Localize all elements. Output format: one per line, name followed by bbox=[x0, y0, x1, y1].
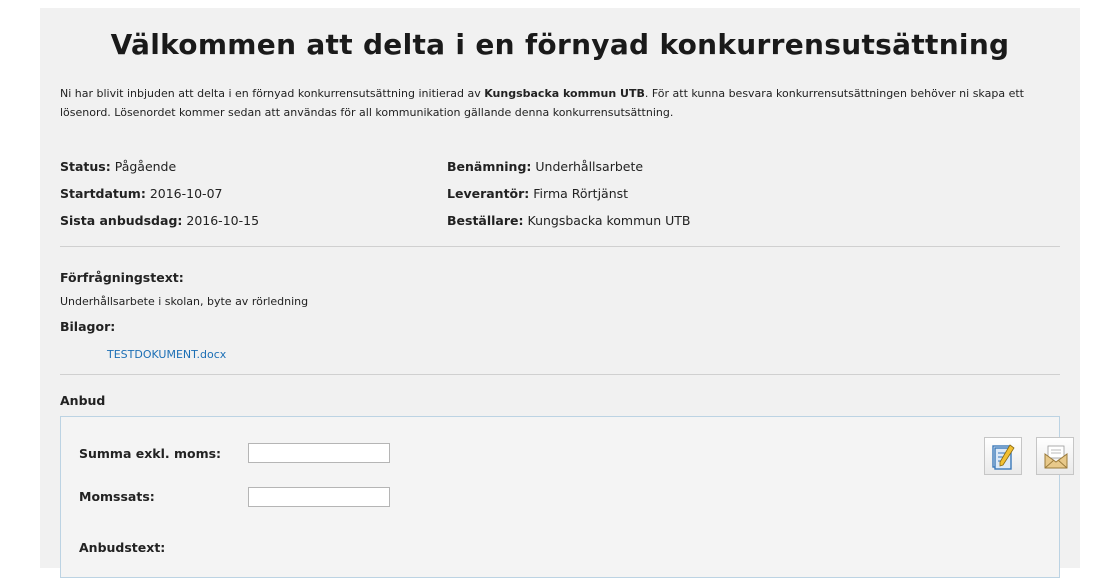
vat-input[interactable] bbox=[248, 487, 390, 507]
intro-part1: Ni har blivit inbjuden att delta i en fö… bbox=[60, 87, 485, 100]
bid-heading: Anbud bbox=[60, 393, 106, 408]
start-date-field: Startdatum: 2016-10-07 bbox=[60, 186, 222, 201]
orderer-value: Kungsbacka kommun UTB bbox=[527, 213, 691, 228]
intro-text: Ni har blivit inbjuden att delta i en fö… bbox=[60, 84, 1050, 122]
start-date-value: 2016-10-07 bbox=[149, 186, 223, 201]
status-field: Status: Pågående bbox=[60, 159, 176, 174]
sum-label: Summa exkl. moms: bbox=[79, 446, 222, 461]
edit-document-icon bbox=[992, 444, 1015, 470]
bid-form-box: Summa exkl. moms: Momssats: Anbudstext: bbox=[60, 416, 1074, 578]
page-title: Välkommen att delta i en förnyad konkurr… bbox=[110, 28, 1010, 61]
send-mail-button[interactable] bbox=[1036, 437, 1074, 475]
send-mail-icon bbox=[1044, 445, 1068, 469]
name-label: Benämning: bbox=[447, 159, 532, 174]
request-label: Förfrågningstext: bbox=[60, 270, 184, 285]
intro-organization: Kungsbacka kommun UTB bbox=[484, 87, 645, 100]
name-value: Underhållsarbete bbox=[535, 159, 644, 174]
name-field: Benämning: Underhållsarbete bbox=[447, 159, 643, 174]
orderer-label: Beställare: bbox=[447, 213, 524, 228]
attachments-label: Bilagor: bbox=[60, 319, 116, 334]
deadline-field: Sista anbudsdag: 2016-10-15 bbox=[60, 213, 259, 228]
sum-input[interactable] bbox=[248, 443, 390, 463]
divider bbox=[60, 246, 1060, 247]
supplier-value: Firma Rörtjänst bbox=[533, 186, 629, 201]
supplier-field: Leverantör: Firma Rörtjänst bbox=[447, 186, 628, 201]
start-date-label: Startdatum: bbox=[60, 186, 146, 201]
deadline-value: 2016-10-15 bbox=[186, 213, 260, 228]
status-label: Status: bbox=[60, 159, 111, 174]
page-panel: Välkommen att delta i en förnyad konkurr… bbox=[40, 8, 1080, 578]
edit-document-button[interactable] bbox=[984, 437, 1022, 475]
request-text: Underhållsarbete i skolan, byte av rörle… bbox=[60, 295, 309, 308]
deadline-label: Sista anbudsdag: bbox=[60, 213, 183, 228]
status-value: Pågående bbox=[114, 159, 177, 174]
bid-text-label: Anbudstext: bbox=[79, 540, 166, 555]
attachment-link[interactable]: TESTDOKUMENT.docx bbox=[107, 348, 226, 361]
orderer-field: Beställare: Kungsbacka kommun UTB bbox=[447, 213, 690, 228]
vat-label: Momssats: bbox=[79, 489, 155, 504]
divider bbox=[60, 374, 1060, 375]
supplier-label: Leverantör: bbox=[447, 186, 530, 201]
